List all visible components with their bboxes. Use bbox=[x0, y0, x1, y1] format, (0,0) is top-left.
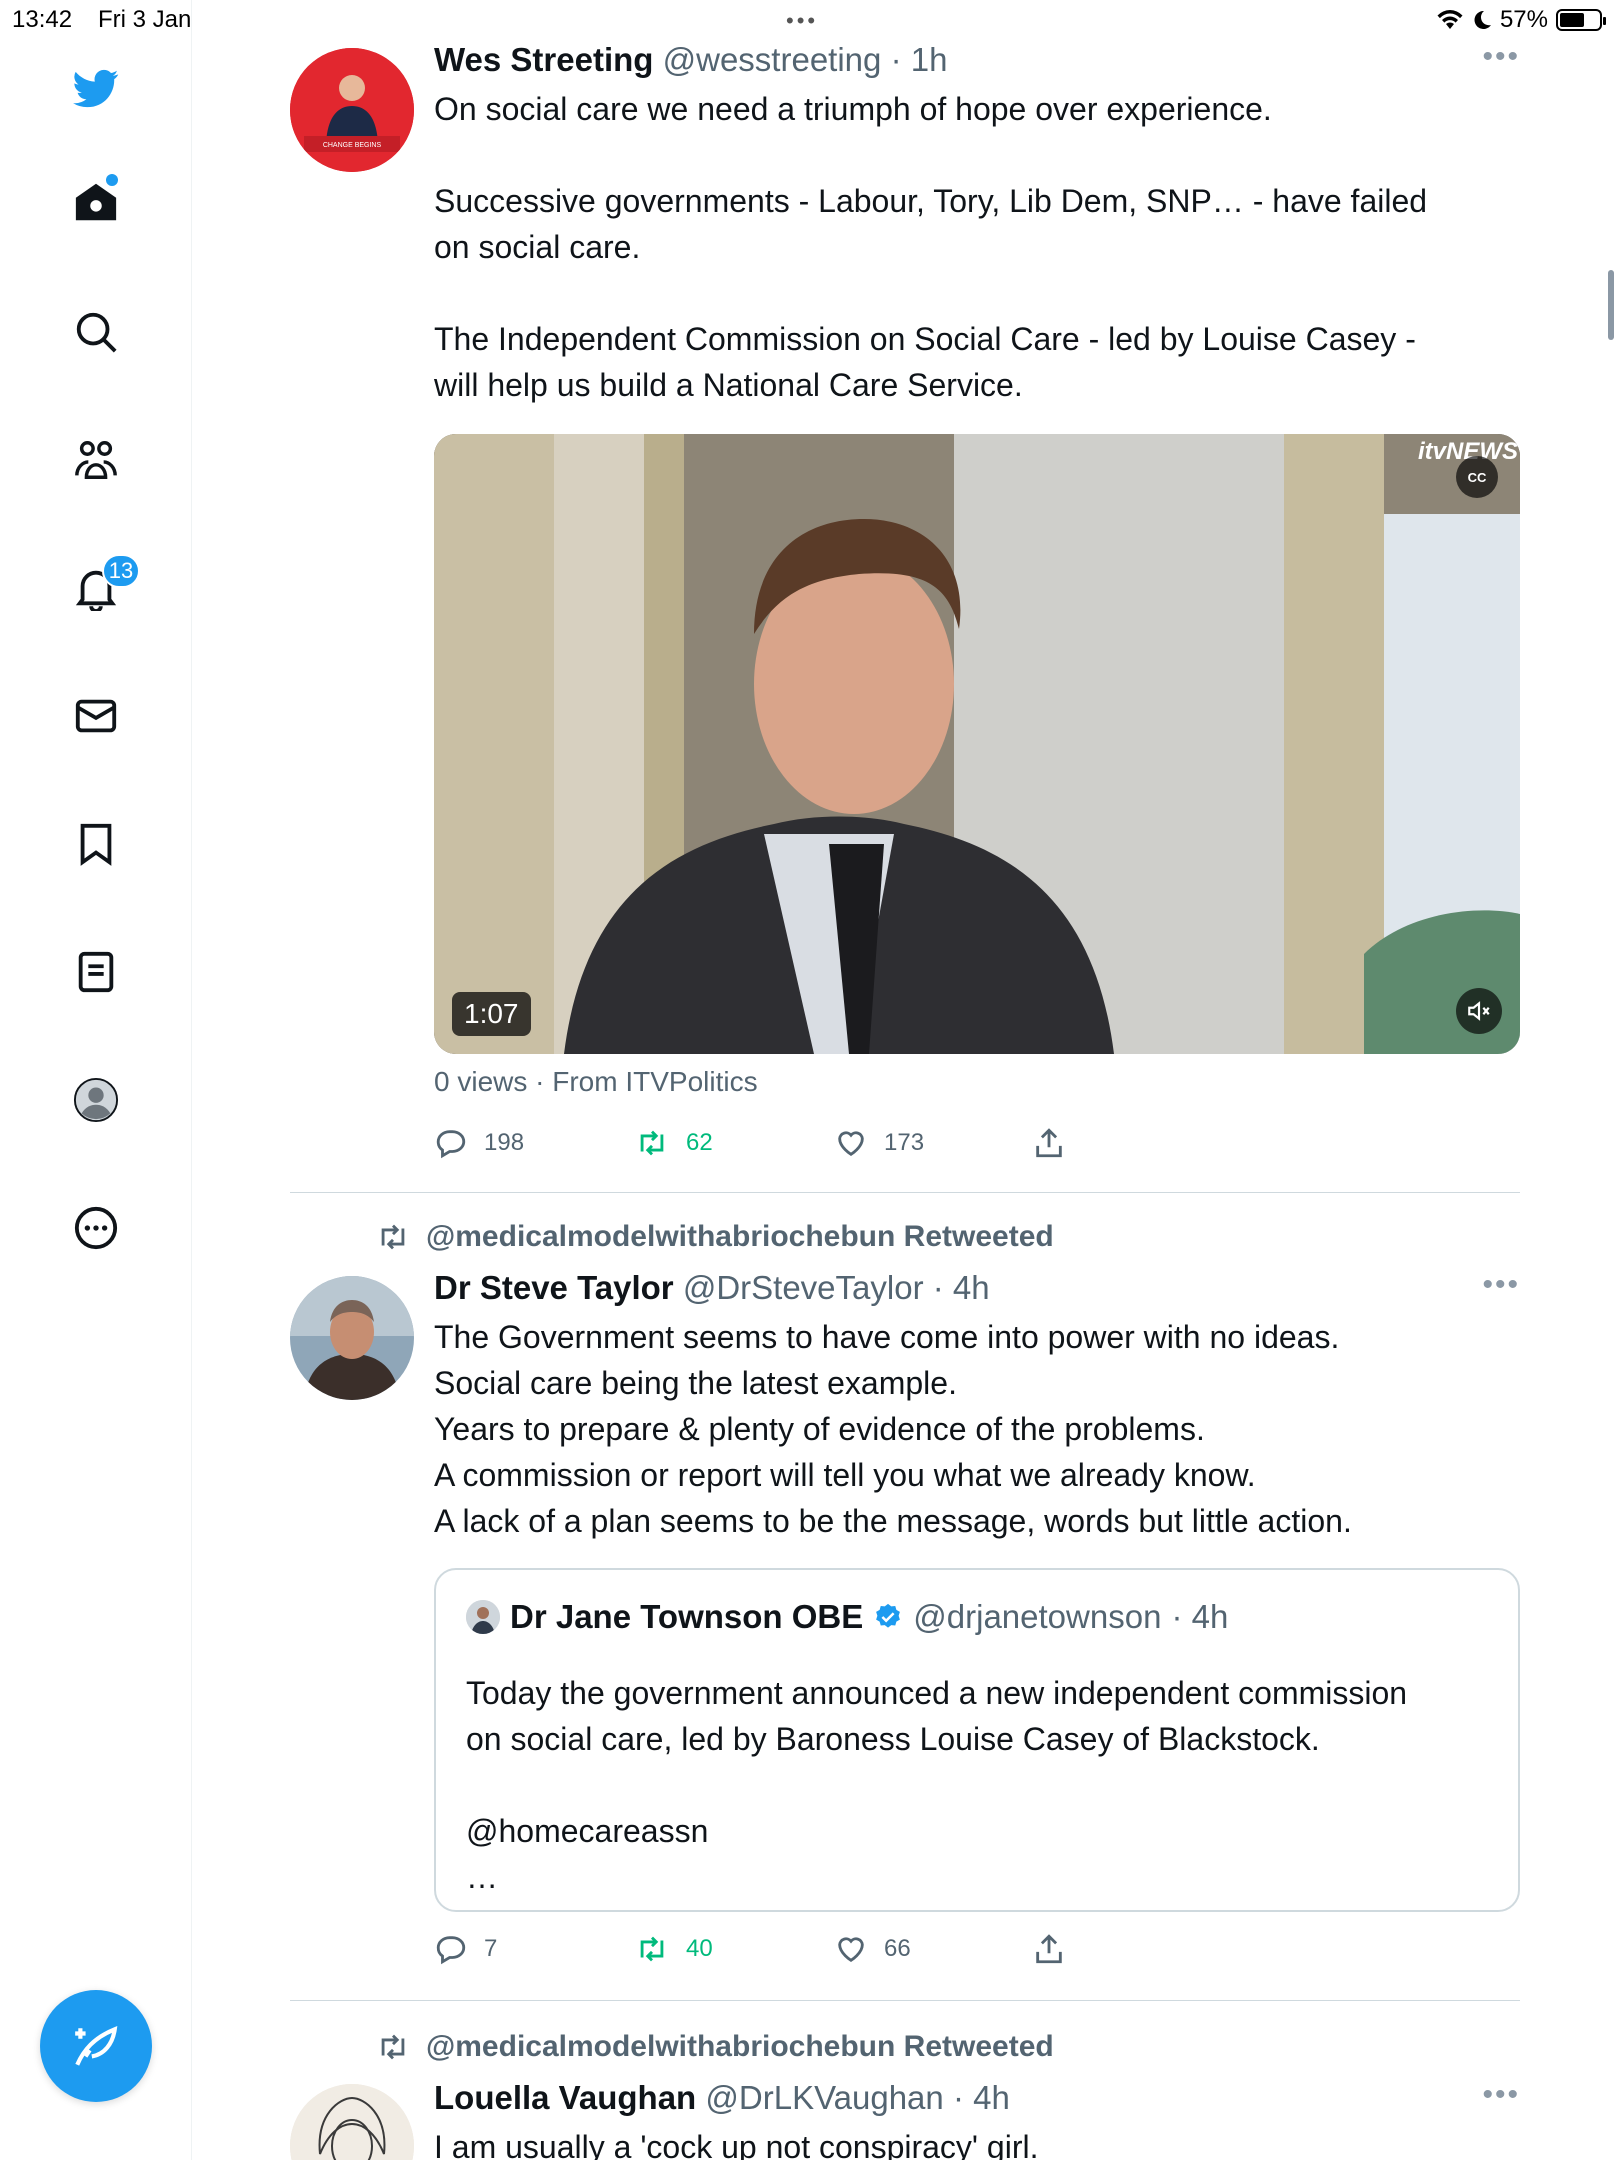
share-button[interactable] bbox=[1032, 1126, 1066, 1160]
author-name[interactable]: Dr Steve Taylor bbox=[434, 1269, 674, 1306]
tweet-text: The Government seems to have come into p… bbox=[434, 1319, 1352, 1539]
retweet-icon bbox=[381, 2034, 405, 2060]
sidebar: 13 bbox=[0, 0, 192, 2160]
tweet-body: Louella Vaughan @DrLKVaughan · 4h ••• I … bbox=[434, 2078, 1520, 2160]
scroll-indicator[interactable] bbox=[1608, 270, 1614, 340]
retweeted-by-text: @medicalmodelwithabriochebun Retweeted bbox=[426, 2030, 1054, 2063]
tweet-text: On social care we need a triumph of hope… bbox=[434, 91, 1428, 403]
tweet-actions: 198 62 173 bbox=[434, 1126, 1134, 1166]
reply-count: 198 bbox=[484, 1129, 525, 1156]
tweet[interactable]: @medicalmodelwithabriochebun Retweeted D… bbox=[290, 1220, 1520, 1990]
quoted-author-name: Dr Jane Townson OBE bbox=[510, 1598, 864, 1635]
tweet-header: Wes Streeting @wesstreeting · 1h bbox=[434, 40, 1520, 80]
tweet[interactable]: @medicalmodelwithabriochebun Retweeted L… bbox=[290, 2030, 1520, 2160]
retweeted-by[interactable]: @medicalmodelwithabriochebun Retweeted bbox=[374, 2030, 1054, 2064]
like-button[interactable]: 66 bbox=[834, 1932, 911, 1966]
share-button[interactable] bbox=[1032, 1932, 1066, 1966]
like-count: 66 bbox=[884, 1935, 911, 1962]
bookmarks-icon[interactable] bbox=[66, 814, 126, 874]
reply-icon bbox=[436, 1936, 466, 1965]
avatar[interactable]: CHANGE BEGINS bbox=[290, 48, 414, 172]
avatar[interactable] bbox=[290, 1276, 414, 1400]
retweet-count: 62 bbox=[686, 1129, 713, 1156]
quoted-tweet-text: Today the government announced a new ind… bbox=[466, 1675, 1408, 1895]
compose-feather-icon bbox=[75, 2026, 118, 2066]
retweet-icon bbox=[640, 1936, 664, 1962]
tweet-actions: 7 40 66 bbox=[434, 1932, 1134, 1972]
author-name[interactable]: Wes Streeting bbox=[434, 41, 653, 78]
tweet-more-icon[interactable]: ••• bbox=[1482, 1268, 1520, 1302]
video-duration: 1:07 bbox=[452, 992, 531, 1036]
like-button[interactable]: 173 bbox=[834, 1126, 924, 1160]
tweet-video[interactable]: itvNEWS CC 1:07 bbox=[434, 434, 1520, 1054]
author-handle[interactable]: @DrLKVaughan bbox=[705, 2079, 943, 2116]
battery-percent: 57% bbox=[1499, 6, 1548, 33]
home-new-indicator bbox=[106, 174, 118, 186]
retweeted-by-text: @medicalmodelwithabriochebun Retweeted bbox=[426, 1220, 1054, 1253]
battery-icon bbox=[1556, 9, 1606, 31]
retweet-button[interactable]: 62 bbox=[634, 1126, 713, 1160]
muted-speaker-icon bbox=[1468, 1001, 1490, 1021]
tweet-time[interactable]: · 4h bbox=[953, 2079, 1010, 2116]
share-icon bbox=[1036, 1934, 1062, 1964]
heart-icon bbox=[838, 1131, 864, 1157]
author-handle[interactable]: @DrSteveTaylor bbox=[683, 1269, 924, 1306]
multitasking-dots[interactable]: ••• bbox=[786, 8, 818, 34]
svg-text:CHANGE BEGINS: CHANGE BEGINS bbox=[323, 142, 382, 149]
compose-tweet-button[interactable] bbox=[40, 1990, 152, 2102]
quoted-avatar bbox=[466, 1600, 500, 1634]
like-count: 173 bbox=[884, 1129, 925, 1156]
quoted-tweet-header: Dr Jane Townson OBE @drjanetownson · 4h bbox=[466, 1598, 1228, 1636]
retweeted-by[interactable]: @medicalmodelwithabriochebun Retweeted bbox=[374, 1220, 1054, 1254]
retweet-count: 40 bbox=[686, 1935, 713, 1962]
messages-envelope-icon[interactable] bbox=[66, 686, 126, 746]
tweet-body: Dr Steve Taylor @DrSteveTaylor · 4h ••• … bbox=[434, 1268, 1520, 1544]
lists-icon[interactable] bbox=[66, 942, 126, 1002]
reply-button[interactable]: 7 bbox=[434, 1932, 497, 1966]
wifi-icon bbox=[1437, 10, 1463, 29]
retweet-icon bbox=[381, 1224, 405, 1250]
status-right: 57% bbox=[1436, 6, 1606, 34]
tweet-time[interactable]: · 4h bbox=[933, 1269, 990, 1306]
avatar[interactable] bbox=[290, 2084, 414, 2160]
tweet-divider bbox=[290, 2000, 1520, 2001]
tweet-more-icon[interactable]: ••• bbox=[1482, 40, 1520, 74]
video-thumbnail bbox=[434, 434, 1520, 1054]
tweet-header: Dr Steve Taylor @DrSteveTaylor · 4h bbox=[434, 1268, 1520, 1308]
reply-count: 7 bbox=[484, 1935, 498, 1962]
heart-icon bbox=[838, 1937, 864, 1963]
tweet-time[interactable]: · 1h bbox=[891, 41, 948, 78]
tweet-text: I am usually a 'cock up not conspiracy' … bbox=[434, 2129, 1039, 2160]
retweet-icon bbox=[640, 1130, 664, 1156]
verified-badge-icon bbox=[876, 1603, 901, 1628]
closed-captions-button[interactable]: CC bbox=[1456, 456, 1498, 498]
more-options-icon[interactable] bbox=[66, 1198, 126, 1258]
tweet-body: Wes Streeting @wesstreeting · 1h ••• On … bbox=[434, 40, 1520, 408]
status-bar: 13:42 Fri 3 Jan ••• 57% bbox=[0, 0, 1620, 40]
tweet-divider bbox=[290, 1192, 1520, 1193]
mute-button[interactable] bbox=[1456, 988, 1502, 1034]
search-icon[interactable] bbox=[66, 302, 126, 362]
share-icon bbox=[1036, 1128, 1062, 1158]
author-handle[interactable]: @wesstreeting bbox=[663, 41, 882, 78]
quoted-author-handle: @drjanetownson bbox=[913, 1598, 1162, 1635]
reply-icon bbox=[436, 1130, 466, 1159]
twitter-logo-icon[interactable] bbox=[66, 58, 126, 118]
moon-icon bbox=[1474, 10, 1491, 29]
tweet[interactable]: CHANGE BEGINS Wes Streeting @wesstreetin… bbox=[290, 40, 1520, 1200]
quoted-tweet-time: · 4h bbox=[1171, 1598, 1229, 1635]
profile-avatar-icon[interactable] bbox=[66, 1070, 126, 1130]
tweet-header: Louella Vaughan @DrLKVaughan · 4h bbox=[434, 2078, 1520, 2118]
video-meta[interactable]: 0 views · From ITVPolitics bbox=[434, 1066, 758, 1098]
quoted-tweet[interactable]: Dr Jane Townson OBE @drjanetownson · 4h … bbox=[434, 1568, 1520, 1912]
retweet-button[interactable]: 40 bbox=[634, 1932, 713, 1966]
notifications-badge: 13 bbox=[102, 554, 140, 588]
communities-icon[interactable] bbox=[66, 430, 126, 490]
author-name[interactable]: Louella Vaughan bbox=[434, 2079, 696, 2116]
tweet-more-icon[interactable]: ••• bbox=[1482, 2078, 1520, 2112]
reply-button[interactable]: 198 bbox=[434, 1126, 524, 1160]
